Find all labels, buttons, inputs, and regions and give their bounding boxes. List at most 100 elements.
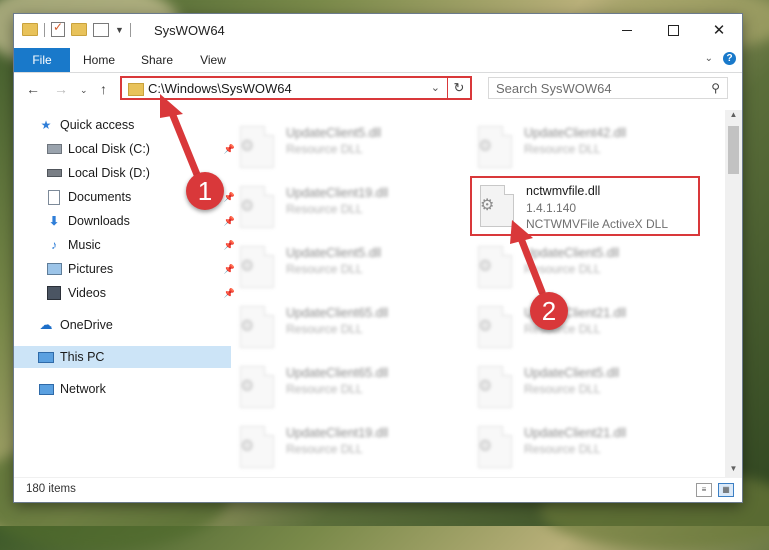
gear-icon: ⚙	[240, 198, 255, 215]
file-name: UpdateClient19.dll	[286, 186, 389, 200]
dropdown-arrow-icon[interactable]: ▼	[115, 25, 124, 35]
scroll-down-icon[interactable]: ▼	[725, 464, 742, 478]
cloud-icon: ☁	[39, 317, 53, 332]
close-icon: ✕	[712, 22, 726, 39]
tab-share[interactable]: Share	[132, 48, 182, 72]
step-2-badge: 2	[530, 292, 568, 330]
computer-icon	[38, 350, 54, 364]
sidebar-item-quick-access[interactable]: ★ Quick access	[14, 114, 231, 136]
music-icon: ♪	[51, 238, 57, 252]
file-type: Resource DLL	[286, 202, 363, 216]
file-item[interactable]: ⚙ UpdateClient21.dll Resource DLL	[470, 302, 700, 354]
tab-home[interactable]: Home	[74, 48, 124, 72]
sidebar-item-label: Pictures	[68, 262, 114, 276]
scroll-thumb[interactable]	[728, 126, 739, 174]
help-icon[interactable]: ?	[723, 52, 736, 65]
customize-icon[interactable]	[93, 22, 109, 37]
file-item[interactable]: ⚙ UpdateClient65.dll Resource DLL	[232, 302, 462, 354]
tab-view[interactable]: View	[190, 48, 236, 72]
navigation-bar: ← → ⌄ ↑ C:\Windows\SysWOW64 ⌄ ↻ Search S…	[14, 73, 742, 105]
tiles-view-icon[interactable]: ▦	[718, 483, 734, 497]
recent-locations-icon[interactable]: ⌄	[80, 85, 88, 96]
explorer-window: ▼ SysWOW64 ✕ File Home Share View ⌄ ? ← …	[14, 14, 742, 502]
sidebar-item-label: Quick access	[60, 118, 135, 132]
sidebar-item-label: This PC	[60, 350, 105, 364]
minimize-button[interactable]	[604, 14, 650, 46]
file-name: UpdateClient19.dll	[286, 426, 389, 440]
documents-icon	[46, 189, 62, 205]
expand-ribbon-icon[interactable]: ⌄	[705, 53, 713, 64]
sidebar-item-videos[interactable]: Videos 📌	[14, 282, 239, 304]
sidebar-item-label: Network	[60, 382, 106, 396]
file-item[interactable]: ⚙ UpdateClient5.dll Resource DLL	[470, 362, 700, 414]
file-type: Resource DLL	[524, 142, 601, 156]
file-item[interactable]: ⚙ UpdateClient5.dll Resource DLL	[470, 242, 700, 294]
sidebar-item-this-pc[interactable]: This PC	[14, 346, 231, 368]
star-icon: ★	[40, 118, 52, 132]
file-type: Resource DLL	[286, 142, 363, 156]
network-icon	[38, 382, 54, 396]
scroll-up-icon[interactable]: ▲	[725, 110, 742, 124]
sidebar-item-network[interactable]: Network	[14, 378, 231, 400]
file-item[interactable]: ⚙ UpdateClient5.dll Resource DLL	[232, 122, 462, 174]
toolbar-separator	[129, 22, 131, 37]
refresh-icon[interactable]: ↻	[447, 78, 470, 98]
gear-icon: ⚙	[478, 318, 493, 335]
file-type: Resource DLL	[524, 382, 601, 396]
sidebar-item-label: Local Disk (C:)	[68, 142, 150, 156]
address-dropdown-icon[interactable]: ⌄	[431, 81, 440, 94]
vertical-scrollbar[interactable]: ▲ ▼	[725, 110, 742, 478]
address-text[interactable]: C:\Windows\SysWOW64	[148, 81, 292, 96]
ribbon-tabs: File Home Share View ⌄ ?	[14, 48, 742, 73]
sidebar-item-label: Videos	[68, 286, 106, 300]
properties-check-icon[interactable]	[51, 20, 65, 37]
file-item[interactable]: ⚙ UpdateClient42.dll Resource DLL	[470, 122, 700, 174]
videos-icon	[46, 286, 62, 300]
file-name: UpdateClient5.dll	[286, 246, 382, 260]
new-folder-icon[interactable]	[71, 23, 87, 36]
toolbar-separator	[44, 22, 45, 37]
sidebar-item-downloads[interactable]: ⬇ Downloads 📌	[14, 210, 239, 232]
back-arrow-icon[interactable]: ←	[26, 81, 40, 97]
file-version: 1.4.1.140	[526, 201, 577, 215]
sidebar-item-pictures[interactable]: Pictures 📌	[14, 258, 239, 280]
file-item[interactable]: ⚙ UpdateClient19.dll Resource DLL	[232, 182, 462, 234]
search-input[interactable]: Search SysWOW64 ⚲	[488, 77, 728, 99]
file-list: ⚙ UpdateClient5.dll Resource DLL ⚙ Updat…	[222, 110, 722, 478]
gear-icon: ⚙	[240, 138, 255, 155]
sidebar-item-music[interactable]: ♪ Music 📌	[14, 234, 239, 256]
sidebar-item-label: Local Disk (D:)	[68, 166, 150, 180]
file-item[interactable]: ⚙ UpdateClient5.dll Resource DLL	[232, 242, 462, 294]
file-item[interactable]: ⚙ UpdateClient65.dll Resource DLL	[232, 362, 462, 414]
drive-icon	[46, 142, 62, 156]
sidebar-item-label: Documents	[68, 190, 132, 204]
navigation-pane: ★ Quick access Local Disk (C:) 📌 Local D…	[14, 110, 235, 478]
downloads-icon: ⬇	[48, 214, 60, 228]
sidebar-item-label: OneDrive	[60, 318, 113, 332]
file-item[interactable]: ⚙ UpdateClient21.dll Resource DLL	[470, 422, 700, 474]
ribbon-controls: ⌄ ?	[705, 52, 736, 65]
address-bar[interactable]: C:\Windows\SysWOW64 ⌄ ↻	[120, 76, 472, 100]
gear-icon: ⚙	[240, 438, 255, 455]
gear-icon: ⚙	[478, 258, 493, 275]
file-name: UpdateClient42.dll	[524, 126, 627, 140]
file-name: UpdateClient5.dll	[286, 126, 382, 140]
folder-icon	[22, 23, 38, 36]
file-type: Resource DLL	[286, 262, 363, 276]
sidebar-item-local-disk-c[interactable]: Local Disk (C:) 📌	[14, 138, 239, 160]
forward-arrow-icon[interactable]: →	[54, 81, 68, 97]
details-view-icon[interactable]: ≡	[696, 483, 712, 497]
file-type: Resource DLL	[286, 322, 363, 336]
tab-file[interactable]: File	[14, 48, 70, 72]
gear-icon: ⚙	[478, 438, 493, 455]
file-item[interactable]: ⚙ UpdateClient19.dll Resource DLL	[232, 422, 462, 474]
title-bar: ▼ SysWOW64 ✕	[14, 14, 742, 48]
gear-icon: ⚙	[478, 138, 493, 155]
item-count: 180 items	[26, 483, 76, 495]
maximize-button[interactable]	[650, 14, 696, 46]
file-type: Resource DLL	[524, 442, 601, 456]
close-button[interactable]: ✕	[696, 14, 742, 46]
file-item-nctwmvfile[interactable]: ⚙ nctwmvfile.dll 1.4.1.140 NCTWMVFile Ac…	[470, 176, 700, 236]
up-arrow-icon[interactable]: ↑	[100, 81, 107, 97]
sidebar-item-onedrive[interactable]: ☁ OneDrive	[14, 314, 231, 336]
